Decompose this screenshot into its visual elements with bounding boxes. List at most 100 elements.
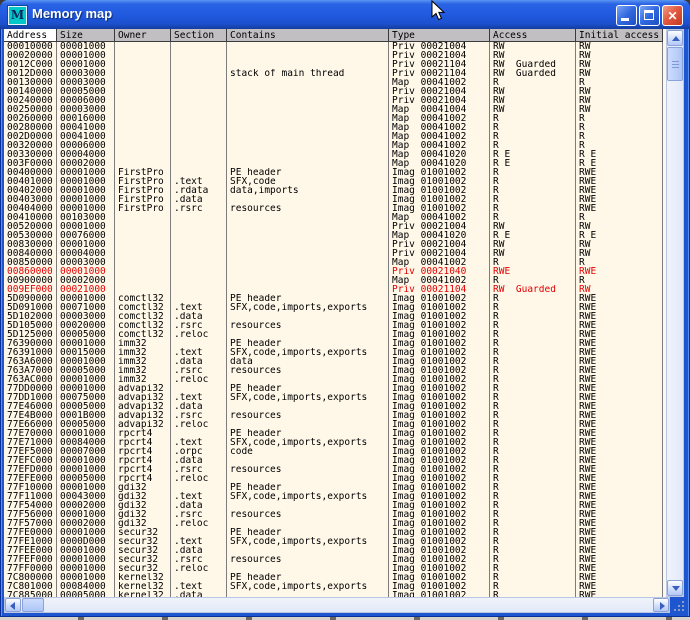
chevron-left-icon — [10, 602, 15, 610]
column-header-section[interactable]: Section — [171, 29, 227, 41]
table-row[interactable]: 0040200000001000FirstPro.rdatadata,impor… — [4, 186, 663, 195]
column-header-initial_access[interactable]: Initial access — [576, 29, 663, 41]
table-row[interactable]: 003F000000002000Map 00041020R ER E — [4, 159, 663, 168]
table-row[interactable]: 0002000000001000Priv 00021004RWRW — [4, 51, 663, 60]
table-row[interactable]: 77FEE00000001000secur32.dataImag 0100100… — [4, 546, 663, 555]
table-row[interactable]: 0012D00000003000stack of main threadPriv… — [4, 69, 663, 78]
maximize-button[interactable] — [639, 5, 660, 26]
table-row[interactable]: 0033000000004000Map 00041020R ER E — [4, 150, 663, 159]
column-header-access[interactable]: Access — [490, 29, 576, 41]
table-row[interactable]: 763AC00000001000imm32.relocImag 01001002… — [4, 375, 663, 384]
table-row[interactable]: 0041000000103000Map 00041002RR — [4, 213, 663, 222]
column-header-type[interactable]: Type — [389, 29, 490, 41]
table-row[interactable]: 0086000000001000Priv 00021040RWERWE — [4, 267, 663, 276]
cell-access: R — [490, 447, 576, 456]
table-row[interactable]: 77FF000000001000secur32.relocImag 010010… — [4, 564, 663, 573]
table-row[interactable]: 77EFC00000001000rpcrt4.dataImag 01001002… — [4, 456, 663, 465]
table-row[interactable]: 77F5700000002000gdi32.relocImag 01001002… — [4, 519, 663, 528]
cell-owner — [115, 249, 171, 258]
table-row[interactable]: 77EFE00000005000rpcrt4.relocImag 0100100… — [4, 474, 663, 483]
table-row[interactable]: 0084000000004000Priv 00021004RWRW — [4, 249, 663, 258]
table-row[interactable]: 0040400000001000FirstPro.rsrcresourcesIm… — [4, 204, 663, 213]
table-row[interactable]: 77E7000000001000rpcrt4PE headerImag 0100… — [4, 429, 663, 438]
cell-contains — [227, 123, 389, 132]
table-row[interactable]: 0040000000001000FirstProPE headerImag 01… — [4, 168, 663, 177]
cell-access: R — [490, 519, 576, 528]
scroll-right-button[interactable] — [653, 598, 669, 612]
table-row[interactable]: 77F5400000002000gdi32.dataImag 01001002R… — [4, 501, 663, 510]
table-row[interactable]: 77E7100000084000rpcrt4.textSFX,code,impo… — [4, 438, 663, 447]
table-row[interactable]: 009EF00000021000Priv 00021104RW GuardedR… — [4, 285, 663, 294]
scroll-left-button[interactable] — [5, 598, 21, 612]
table-row[interactable]: 5D09100000071000comctl32.textSFX,code,im… — [4, 303, 663, 312]
table-row[interactable]: 5D10200000003000comctl32.dataImag 010010… — [4, 312, 663, 321]
minimize-button[interactable] — [616, 5, 637, 26]
table-row[interactable]: 77F1100000043000gdi32.textSFX,code,impor… — [4, 492, 663, 501]
table-row[interactable]: 77E4B0000001B000advapi32.rsrcresourcesIm… — [4, 411, 663, 420]
table-row[interactable]: 77DD100000075000advapi32.textSFX,code,im… — [4, 393, 663, 402]
table-row[interactable]: 0085000000003000Map 00041002RR — [4, 258, 663, 267]
cell-section — [171, 222, 227, 231]
column-header-address[interactable]: Address — [4, 29, 57, 41]
scroll-down-button[interactable] — [667, 580, 683, 596]
table-row[interactable]: 7639000000001000imm32PE headerImag 01001… — [4, 339, 663, 348]
table-row[interactable]: 0013000000003000Map 00041002RR — [4, 78, 663, 87]
table-row[interactable]: 7C80100000084000kernel32.textSFX,code,im… — [4, 582, 663, 591]
table-row[interactable]: 0028000000041000Map 00041002RR — [4, 123, 663, 132]
cell-type: Imag 01001002 — [389, 339, 490, 348]
table-row[interactable]: 77E4600000005000advapi32.dataImag 010010… — [4, 402, 663, 411]
cell-owner: advapi32 — [115, 402, 171, 411]
table-row[interactable]: 77F1000000001000gdi32PE headerImag 01001… — [4, 483, 663, 492]
table-row[interactable]: 77E6600000005000advapi32.relocImag 01001… — [4, 420, 663, 429]
resize-grip[interactable] — [671, 598, 686, 613]
cell-address: 00402000 — [4, 186, 57, 195]
table-row[interactable]: 7C80000000001000kernel32PE headerImag 01… — [4, 573, 663, 582]
horizontal-scrollbar[interactable] — [4, 597, 670, 613]
table-row[interactable]: 0090000000002000Map 00041002RR — [4, 276, 663, 285]
table-row[interactable]: 7639100000015000imm32.textSFX,code,impor… — [4, 348, 663, 357]
column-header-owner[interactable]: Owner — [115, 29, 171, 41]
table-row[interactable]: 0040100000001000FirstPro.textSFX,codeIma… — [4, 177, 663, 186]
table-row[interactable]: 77DD000000001000advapi32PE headerImag 01… — [4, 384, 663, 393]
table-row[interactable]: 0026000000016000Map 00041002RR — [4, 114, 663, 123]
table-row[interactable]: 0040300000001000FirstPro.dataImag 010010… — [4, 195, 663, 204]
table-row[interactable]: 5D10500000020000comctl32.rsrcresourcesIm… — [4, 321, 663, 330]
table-row[interactable]: 0012C00000001000Priv 00021104RW GuardedR… — [4, 60, 663, 69]
cell-initial_access: RWE — [576, 294, 663, 303]
cell-section: .orpc — [171, 447, 227, 456]
table-row[interactable]: 5D12500000005000comctl32.relocImag 01001… — [4, 330, 663, 339]
close-button[interactable]: ✕ — [662, 5, 683, 26]
table-row[interactable]: 763A700000005000imm32.rsrcresourcesImag … — [4, 366, 663, 375]
column-header-size[interactable]: Size — [57, 29, 115, 41]
scroll-up-button[interactable] — [667, 30, 683, 46]
titlebar[interactable]: M Memory map ✕ — [0, 0, 690, 29]
cell-type: Imag 01001002 — [389, 402, 490, 411]
table-row[interactable]: 77FE10000000D000secur32.textSFX,code,imp… — [4, 537, 663, 546]
horizontal-scroll-thumb[interactable] — [22, 598, 44, 612]
table-row[interactable]: 002D000000041000Map 00041002RR — [4, 132, 663, 141]
table-row[interactable]: 77EF500000007000rpcrt4.orpccodeImag 0100… — [4, 447, 663, 456]
table-row[interactable]: 0001000000001000Priv 00021004RWRW — [4, 42, 663, 51]
table-row[interactable]: 0053000000076000Map 00041020R ER E — [4, 231, 663, 240]
table-row[interactable]: 763A600000001000imm32.datadataImag 01001… — [4, 357, 663, 366]
table-row[interactable]: 77EFD00000001000rpcrt4.rsrcresourcesImag… — [4, 465, 663, 474]
table-row[interactable]: 0032000000006000Map 00041002RR — [4, 141, 663, 150]
cell-access: R — [490, 357, 576, 366]
table-row[interactable]: 0083000000001000Priv 00021004RWRW — [4, 240, 663, 249]
table-row[interactable]: 77F5600000001000gdi32.rsrcresourcesImag … — [4, 510, 663, 519]
table-row[interactable]: 0024000000006000Priv 00021004RWRW — [4, 96, 663, 105]
table-row[interactable]: 0014000000005000Priv 00021004RWRW — [4, 87, 663, 96]
cell-size: 00001000 — [57, 429, 115, 438]
column-header-contains[interactable]: Contains — [227, 29, 389, 41]
table-row[interactable]: 5D09000000001000comctl32PE headerImag 01… — [4, 294, 663, 303]
table-row[interactable]: 0052000000001000Priv 00021004RWRW — [4, 222, 663, 231]
table-row[interactable]: 0025000000003000Map 00041004RWRW — [4, 105, 663, 114]
vertical-scroll-thumb[interactable] — [667, 47, 683, 81]
table-row[interactable]: 77FEF00000001000secur32.rsrcresourcesIma… — [4, 555, 663, 564]
cell-size: 00001000 — [57, 51, 115, 60]
cell-size: 00006000 — [57, 141, 115, 150]
cell-type: Imag 01001002 — [389, 573, 490, 582]
cell-size: 00001000 — [57, 339, 115, 348]
table-row[interactable]: 77FE000000001000secur32PE headerImag 010… — [4, 528, 663, 537]
vertical-scrollbar[interactable] — [666, 29, 684, 597]
